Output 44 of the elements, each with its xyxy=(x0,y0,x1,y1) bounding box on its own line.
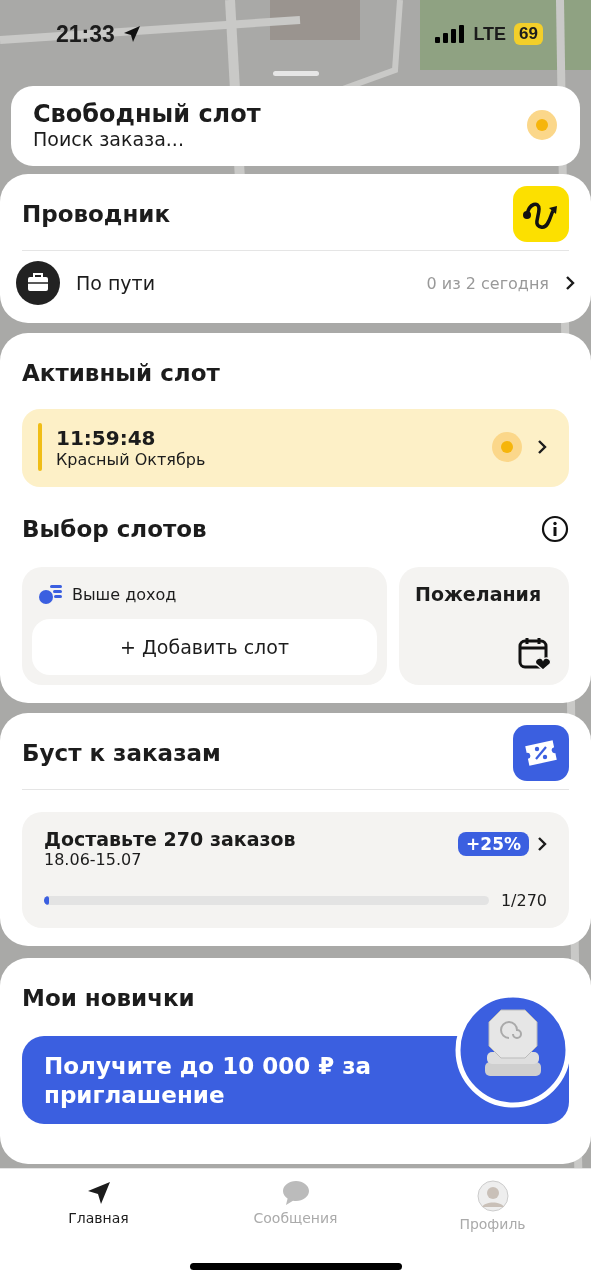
on-the-way-label: По пути xyxy=(76,272,157,294)
free-slot-status: Поиск заказа... xyxy=(33,128,185,150)
referral-text: Получите до 10 000 ₽ за приглашение xyxy=(44,1053,372,1108)
battery-level: 69 xyxy=(514,23,543,45)
on-the-way-count: 0 из 2 сегодня xyxy=(426,273,549,293)
active-slot-item[interactable]: 11:59:48 Красный Октябрь xyxy=(22,409,569,487)
guide-title: Проводник xyxy=(22,201,171,227)
newbies-title: Мои новички xyxy=(22,985,195,1011)
bonus-badge: +25% xyxy=(458,832,529,856)
avatar-icon xyxy=(476,1180,509,1212)
boost-title: Буст к заказам xyxy=(22,740,221,766)
briefcase-icon xyxy=(16,261,60,305)
chevron-right-icon xyxy=(537,439,547,455)
chevron-right-icon xyxy=(537,836,547,852)
slot-place: Красный Октябрь xyxy=(56,449,207,469)
free-slot-card[interactable]: Свободный слот Поиск заказа... xyxy=(11,86,580,166)
network-type: LTE xyxy=(473,23,507,45)
calendar-heart-icon xyxy=(517,635,553,671)
location-arrow-icon xyxy=(122,25,141,43)
task-title: Доставьте 270 заказов xyxy=(44,828,296,850)
on-the-way-row[interactable]: По пути 0 из 2 сегодня xyxy=(16,261,575,305)
tab[interactable]: Главная xyxy=(23,1179,174,1237)
route-icon[interactable] xyxy=(513,186,569,242)
status-dot-icon xyxy=(491,431,523,463)
wishes-tile[interactable]: Пожелания xyxy=(399,567,569,685)
status-dot-icon xyxy=(526,109,558,141)
drag-handle[interactable] xyxy=(272,71,319,76)
chat-bubble-icon xyxy=(281,1180,310,1206)
boost-task[interactable]: Доставьте 270 заказов 18.06-15.07 +25% 1/270 xyxy=(22,812,569,928)
slot-choice-title: Выбор слотов xyxy=(22,516,207,542)
free-slot-title: Свободный слот xyxy=(33,100,261,128)
progress-reading: 1/270 xyxy=(500,891,547,910)
slot-time: 11:59:48 xyxy=(56,425,157,450)
wishes-label: Пожелания xyxy=(415,583,543,605)
task-dates: 18.06-15.07 xyxy=(44,850,143,869)
signal-icon xyxy=(435,25,466,43)
add-slot-button[interactable]: + Добавить слот xyxy=(32,619,377,675)
discount-ticket-icon[interactable] xyxy=(513,725,569,781)
income-tag: Выше доход xyxy=(72,584,177,604)
coins-icon xyxy=(38,583,64,605)
active-slot-title: Активный слот xyxy=(22,360,220,386)
chevron-right-icon xyxy=(565,275,575,291)
status-time: 21:33 xyxy=(56,20,115,48)
info-icon[interactable] xyxy=(541,515,569,543)
